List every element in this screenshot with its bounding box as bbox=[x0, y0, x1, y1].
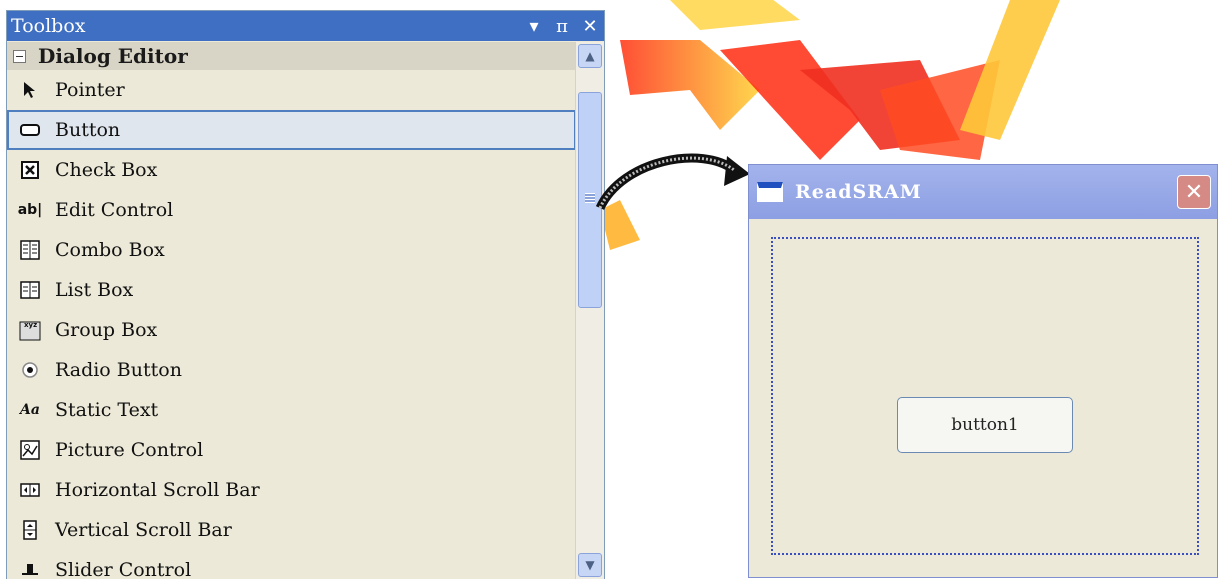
toolbox-item-pointer[interactable]: Pointer bbox=[7, 70, 576, 110]
toolbox-item-vertical-scroll-bar[interactable]: Vertical Scroll Bar bbox=[7, 510, 576, 550]
item-label: Edit Control bbox=[55, 199, 174, 221]
group-box-icon: xyz bbox=[19, 319, 41, 341]
toolbox-item-edit-control[interactable]: ab| Edit Control bbox=[7, 190, 576, 230]
list-box-icon bbox=[19, 279, 41, 301]
svg-text:xyz: xyz bbox=[24, 321, 37, 329]
toolbox-scrollbar[interactable]: ▲ ▼ bbox=[575, 42, 604, 579]
combo-box-icon bbox=[19, 239, 41, 261]
static-text-icon: Aa bbox=[20, 402, 40, 418]
item-label: Pointer bbox=[55, 79, 125, 101]
section-label: Dialog Editor bbox=[38, 44, 188, 68]
dialog-title: ReadSRAM bbox=[795, 181, 922, 203]
toolbox-item-slider-control[interactable]: Slider Control bbox=[7, 550, 576, 579]
toolbox-item-radio-button[interactable]: Radio Button bbox=[7, 350, 576, 390]
toolbox-item-picture-control[interactable]: Picture Control bbox=[7, 430, 576, 470]
dialog-window: ReadSRAM ✕ button1 bbox=[748, 164, 1218, 578]
dropdown-icon[interactable]: ▾ bbox=[520, 16, 548, 37]
pointer-icon bbox=[19, 79, 41, 101]
toolbox-item-horizontal-scroll-bar[interactable]: Horizontal Scroll Bar bbox=[7, 470, 576, 510]
scroll-down-icon[interactable]: ▼ bbox=[578, 553, 602, 577]
dialog-title-bar: ReadSRAM ✕ bbox=[749, 165, 1217, 219]
button-icon bbox=[19, 119, 41, 141]
toolbox-item-list-box[interactable]: List Box bbox=[7, 270, 576, 310]
close-icon[interactable]: ✕ bbox=[576, 16, 604, 37]
horizontal-scroll-bar-icon bbox=[19, 479, 41, 501]
toolbox-item-check-box[interactable]: Check Box bbox=[7, 150, 576, 190]
toolbox-item-group-box[interactable]: xyz Group Box bbox=[7, 310, 576, 350]
slider-control-icon bbox=[19, 559, 41, 579]
collapse-icon[interactable] bbox=[13, 49, 26, 63]
item-label: Horizontal Scroll Bar bbox=[55, 479, 260, 501]
toolbox-item-button[interactable]: Button bbox=[7, 110, 576, 150]
check-box-icon bbox=[19, 159, 41, 181]
section-dialog-editor[interactable]: Dialog Editor bbox=[7, 42, 576, 70]
toolbox-content: Dialog Editor Pointer Button Check Box a… bbox=[7, 42, 576, 579]
toolbox-title: Toolbox bbox=[11, 15, 86, 37]
toolbox-item-combo-box[interactable]: Combo Box bbox=[7, 230, 576, 270]
picture-control-icon bbox=[19, 439, 41, 461]
radio-button-icon bbox=[19, 359, 41, 381]
toolbox-title-bar: Toolbox ▾ ᴨ ✕ bbox=[7, 11, 604, 41]
vertical-scroll-bar-icon bbox=[19, 519, 41, 541]
drag-arrow-icon bbox=[595, 153, 750, 211]
pin-icon[interactable]: ᴨ bbox=[548, 16, 576, 37]
item-label: Picture Control bbox=[55, 439, 204, 461]
selection-frame bbox=[771, 237, 1199, 555]
dialog-body: button1 bbox=[749, 219, 1217, 577]
item-label: Combo Box bbox=[55, 239, 165, 261]
window-icon bbox=[757, 182, 783, 202]
item-label: Button bbox=[55, 119, 121, 141]
dialog-close-icon[interactable]: ✕ bbox=[1177, 175, 1211, 209]
item-label: Radio Button bbox=[55, 359, 182, 381]
toolbox-panel: Toolbox ▾ ᴨ ✕ Dialog Editor Pointer Butt… bbox=[6, 10, 605, 579]
item-label: Group Box bbox=[55, 319, 158, 341]
scroll-up-icon[interactable]: ▲ bbox=[578, 44, 602, 68]
item-label: List Box bbox=[55, 279, 134, 301]
item-label: Vertical Scroll Bar bbox=[55, 519, 232, 541]
edit-control-icon: ab| bbox=[17, 202, 43, 218]
toolbox-item-static-text[interactable]: Aa Static Text bbox=[7, 390, 576, 430]
item-label: Static Text bbox=[55, 399, 159, 421]
item-label: Slider Control bbox=[55, 559, 192, 579]
item-label: Check Box bbox=[55, 159, 158, 181]
dialog-button1[interactable]: button1 bbox=[897, 397, 1073, 453]
